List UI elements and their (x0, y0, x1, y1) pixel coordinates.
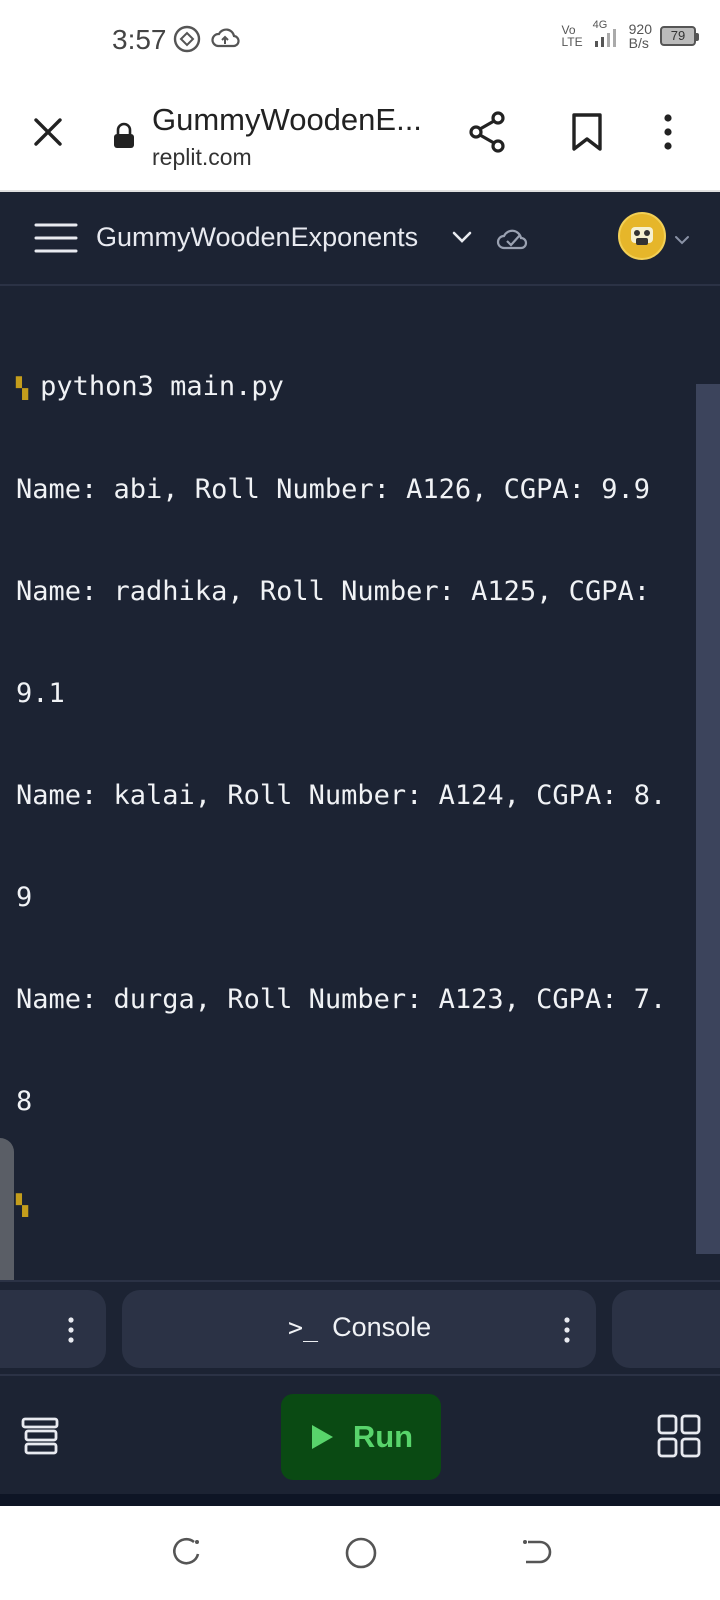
toolbar-divider (0, 1494, 720, 1506)
chevron-down-icon[interactable] (452, 230, 472, 249)
signal-icon: 4G (591, 19, 621, 49)
layers-icon[interactable] (20, 1416, 60, 1461)
avatar-chevron-down-icon[interactable] (674, 232, 690, 250)
terminal-icon: >_ (288, 1313, 319, 1342)
back-icon[interactable] (520, 1536, 552, 1573)
app-header: GummyWoodenExponents (0, 192, 720, 286)
cloud-upload-icon (210, 24, 240, 59)
avatar[interactable] (618, 212, 666, 260)
prompt-icon: ▚ (16, 1193, 29, 1217)
page-url[interactable]: replit.com (152, 144, 252, 171)
tab-previous[interactable] (0, 1290, 106, 1368)
tab-next[interactable] (612, 1290, 720, 1368)
tab-menu-icon[interactable] (562, 1316, 572, 1349)
status-right-group: Vo LTE 4G 920 B/s 79 (561, 19, 699, 51)
tab-console[interactable]: >_ Console (122, 1290, 596, 1368)
home-icon[interactable] (344, 1536, 378, 1575)
status-time: 3:57 (112, 24, 167, 55)
console-line: Name: abi, Roll Number: A126, CGPA: 9.9 (16, 474, 650, 505)
bookmark-icon[interactable] (570, 112, 604, 157)
tab-menu-icon[interactable] (66, 1316, 76, 1349)
run-button[interactable]: Run (281, 1394, 441, 1480)
console-prompt-line: ▚ (16, 1187, 696, 1222)
grid-icon[interactable] (657, 1414, 701, 1463)
console-line: Name: durga, Roll Number: A123, CGPA: 7. (16, 984, 667, 1015)
prompt-icon: ▚ (16, 376, 41, 400)
cloud-check-icon[interactable] (496, 226, 528, 257)
bottom-toolbar: Run (0, 1378, 720, 1502)
console-output[interactable]: ▚ python3 main.py Name: abi, Roll Number… (0, 288, 720, 1278)
console-line: 9 (16, 882, 33, 913)
share-icon[interactable] (468, 110, 508, 159)
browser-bar: GummyWoodenE... replit.com (0, 82, 720, 192)
scrollbar[interactable] (696, 384, 720, 1254)
net-speed: 920 B/s (628, 21, 652, 51)
menu-icon[interactable] (34, 222, 78, 259)
play-icon (311, 1425, 333, 1449)
lock-icon (112, 122, 136, 155)
console-line: Name: radhika, Roll Number: A125, CGPA: (16, 576, 650, 607)
close-icon[interactable] (28, 112, 68, 152)
console-line: 8 (16, 1086, 33, 1117)
network-type: Vo LTE (561, 23, 583, 49)
console-lines: ▚ python3 main.py Name: abi, Roll Number… (16, 302, 696, 1290)
tab-console-label: >_ Console (288, 1312, 432, 1342)
more-vertical-icon[interactable] (660, 112, 676, 157)
recent-apps-icon[interactable] (170, 1536, 202, 1573)
status-bar: 3:57 Vo LTE 4G 920 B/s 79 (0, 0, 720, 82)
repl-name[interactable]: GummyWoodenExponents (96, 222, 418, 253)
system-nav-bar (0, 1506, 720, 1600)
tab-strip: >_ Console (0, 1280, 720, 1376)
page-title[interactable]: GummyWoodenE... (152, 102, 422, 138)
console-command-line: ▚ python3 main.py (16, 371, 284, 402)
battery-icon: 79 (660, 26, 699, 46)
console-line: Name: kalai, Roll Number: A124, CGPA: 8. (16, 780, 667, 811)
run-label: Run (352, 1419, 414, 1454)
screen-share-icon (172, 24, 202, 59)
console-line: 9.1 (16, 678, 65, 709)
